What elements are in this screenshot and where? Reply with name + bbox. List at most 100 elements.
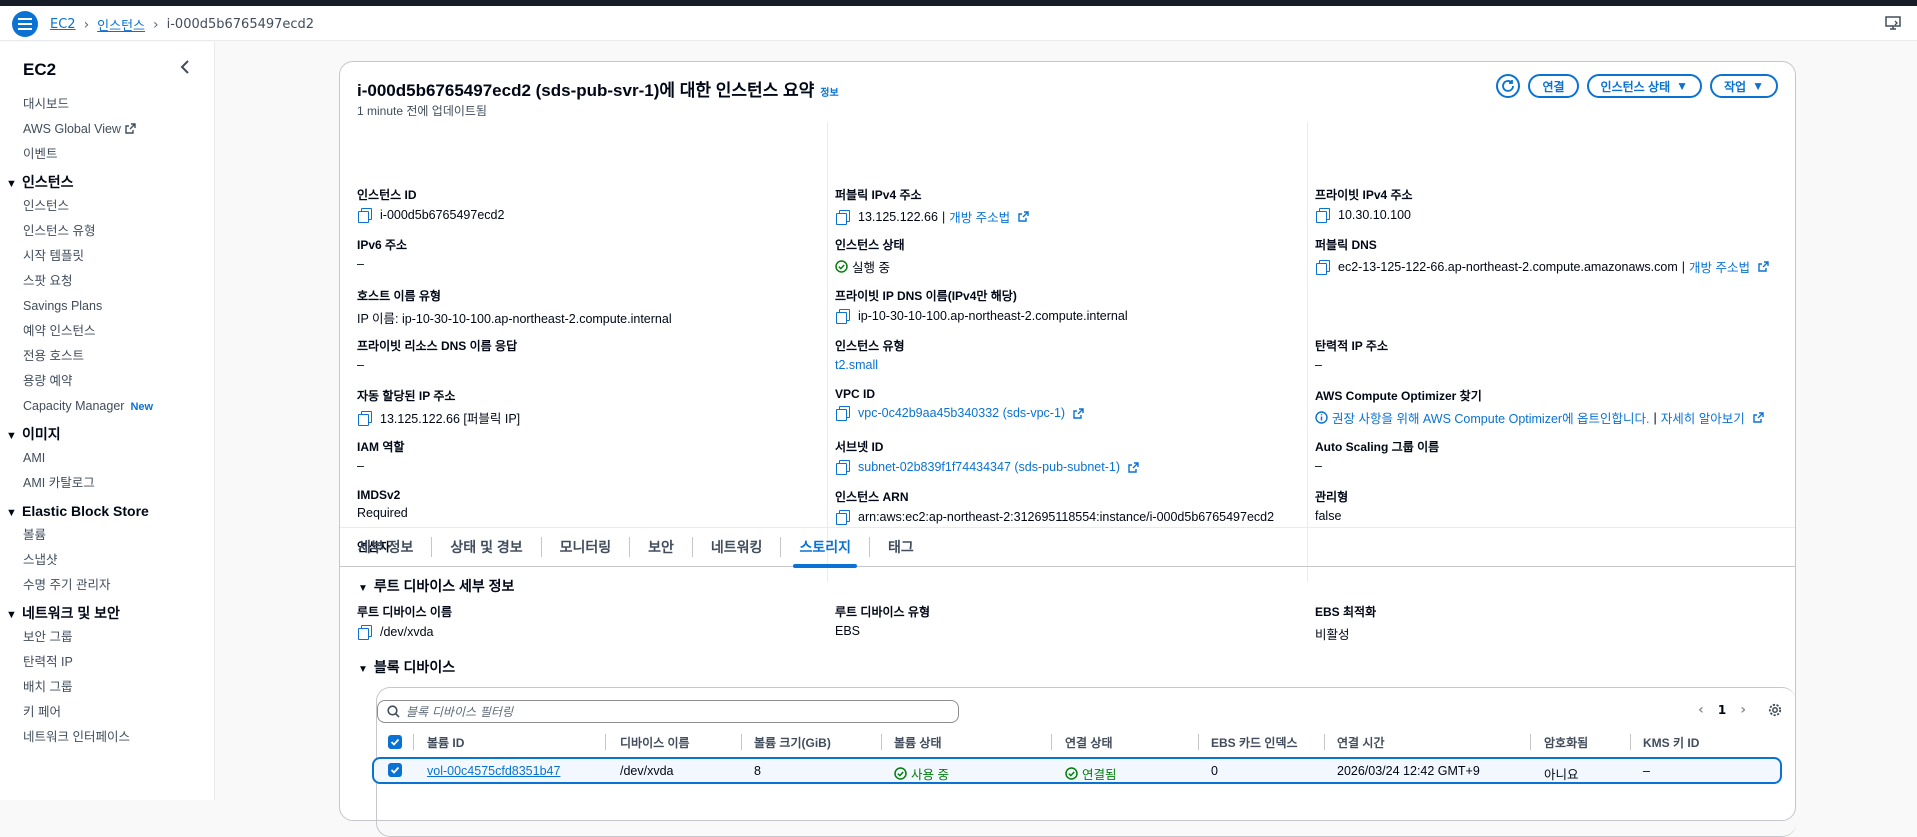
check-circle-icon bbox=[1065, 767, 1078, 780]
col-attach-time[interactable]: 연결 시간 bbox=[1337, 734, 1385, 751]
sidebar-item-instance-types[interactable]: 인스턴스 유형 bbox=[0, 219, 214, 244]
select-all-checkbox[interactable] bbox=[388, 735, 402, 749]
search-icon bbox=[387, 705, 400, 718]
sidebar-item-instances[interactable]: 인스턴스 bbox=[0, 194, 214, 219]
info-link[interactable]: 정보 bbox=[820, 88, 838, 99]
field-private-ipv4: 프라이빗 IPv4 주소 10.30.10.100 bbox=[1315, 188, 1413, 223]
copy-icon[interactable] bbox=[357, 207, 373, 223]
column-divider bbox=[827, 122, 828, 582]
feedback-icon[interactable] bbox=[1885, 15, 1901, 35]
learn-more-link[interactable]: 자세히 알아보기 bbox=[1661, 408, 1745, 427]
copy-icon[interactable] bbox=[357, 624, 373, 640]
chevron-left-icon[interactable]: ‹ bbox=[1698, 702, 1704, 718]
menu-button[interactable] bbox=[12, 11, 38, 37]
sidebar-item-global-view[interactable]: AWS Global View bbox=[0, 117, 214, 142]
sidebar-item-key-pairs[interactable]: 키 페어 bbox=[0, 700, 214, 725]
sidebar-section-images[interactable]: ▼ 이미지 bbox=[0, 419, 214, 446]
col-volume-state[interactable]: 볼륨 상태 bbox=[894, 734, 942, 751]
connect-button[interactable]: 연결 bbox=[1528, 74, 1579, 98]
external-link-icon bbox=[1753, 412, 1764, 423]
actions-button[interactable]: 작업 ▼ bbox=[1710, 74, 1778, 98]
copy-icon[interactable] bbox=[835, 459, 851, 475]
sidebar-item-events[interactable]: 이벤트 bbox=[0, 142, 214, 167]
field-vpc-id: VPC ID vpc-0c42b9aa45b340332 (sds-vpc-1) bbox=[835, 387, 1305, 421]
open-address-link[interactable]: 개방 주소법 bbox=[1689, 257, 1750, 276]
tab-security[interactable]: 보안 bbox=[630, 537, 693, 557]
root-device-section-header[interactable]: ▼ 루트 디바이스 세부 정보 bbox=[358, 576, 514, 596]
sidebar-item-launch-templates[interactable]: 시작 템플릿 bbox=[0, 244, 214, 269]
cell-device-name: /dev/xvda bbox=[620, 764, 674, 778]
sidebar-item-capacity-manager[interactable]: Capacity Manager New bbox=[0, 394, 214, 419]
col-attach-state[interactable]: 연결 상태 bbox=[1065, 734, 1113, 751]
sidebar-item-security-groups[interactable]: 보안 그룹 bbox=[0, 625, 214, 650]
refresh-button[interactable] bbox=[1496, 74, 1521, 98]
tab-status-alarms[interactable]: 상태 및 경보 bbox=[432, 537, 542, 557]
tab-storage[interactable]: 스토리지 bbox=[781, 537, 870, 568]
sidebar-item-network-interfaces[interactable]: 네트워크 인터페이스 bbox=[0, 725, 214, 750]
sidebar-item-ami-catalog[interactable]: AMI 카탈로그 bbox=[0, 471, 214, 496]
tab-tags[interactable]: 태그 bbox=[870, 537, 932, 557]
sidebar-item-savings-plans[interactable]: Savings Plans bbox=[0, 294, 214, 319]
volume-id-link[interactable]: vol-00c4575cfd8351b47 bbox=[427, 764, 560, 778]
field-elastic-ip: 탄력적 IP 주소 – bbox=[1315, 339, 1388, 372]
sidebar-section-network-security[interactable]: ▼ 네트워크 및 보안 bbox=[0, 598, 214, 625]
sidebar-item-spot-requests[interactable]: 스팟 요청 bbox=[0, 269, 214, 294]
copy-icon[interactable] bbox=[1315, 207, 1331, 223]
copy-icon[interactable] bbox=[835, 405, 851, 421]
copy-icon[interactable] bbox=[835, 509, 851, 525]
col-kms-key-id[interactable]: KMS 키 ID bbox=[1643, 734, 1699, 751]
vpc-link[interactable]: vpc-0c42b9aa45b340332 (sds-vpc-1) bbox=[858, 406, 1065, 420]
copy-icon[interactable] bbox=[835, 209, 851, 225]
sidebar-item-capacity-reservations[interactable]: 용량 예약 bbox=[0, 369, 214, 394]
copy-icon[interactable] bbox=[835, 308, 851, 324]
row-checkbox[interactable] bbox=[388, 763, 402, 777]
subnet-link[interactable]: subnet-02b839f1f74434347 (sds-pub-subnet… bbox=[858, 460, 1120, 474]
sidebar-item-dedicated-hosts[interactable]: 전용 호스트 bbox=[0, 344, 214, 369]
copy-icon[interactable] bbox=[357, 410, 373, 426]
sidebar-item-lifecycle-manager[interactable]: 수명 주기 관리자 bbox=[0, 573, 214, 598]
check-icon bbox=[390, 738, 400, 746]
column-divider bbox=[413, 734, 414, 750]
field-ipv6: IPv6 주소 – bbox=[357, 238, 408, 271]
tab-monitoring[interactable]: 모니터링 bbox=[542, 537, 631, 557]
sidebar-item-dashboard[interactable]: 대시보드 bbox=[0, 92, 214, 117]
gear-icon[interactable] bbox=[1768, 703, 1782, 721]
sidebar-item-elastic-ips[interactable]: 탄력적 IP bbox=[0, 650, 214, 675]
instance-state-button[interactable]: 인스턴스 상태 ▼ bbox=[1586, 74, 1703, 98]
tab-details[interactable]: 세부 정보 bbox=[358, 537, 433, 557]
col-volume-id[interactable]: 볼륨 ID bbox=[427, 734, 464, 751]
sidebar-item-reserved-instances[interactable]: 예약 인스턴스 bbox=[0, 319, 214, 344]
hamburger-icon bbox=[18, 18, 32, 30]
external-link-icon bbox=[1018, 211, 1029, 222]
field-subnet-id: 서브넷 ID subnet-02b839f1f74434347 (sds-pub-… bbox=[835, 438, 1305, 475]
sidebar-item-ami[interactable]: AMI bbox=[0, 446, 214, 471]
block-devices-section-header[interactable]: ▼ 블록 디바이스 bbox=[358, 657, 455, 677]
field-private-ip-dns: 프라이빗 IP DNS 이름(IPv4만 해당) ip-10-30-10-100.… bbox=[835, 289, 1128, 324]
block-device-filter-input[interactable]: 블록 디바이스 필터링 bbox=[377, 700, 959, 723]
page-number[interactable]: 1 bbox=[1718, 703, 1726, 717]
chevron-right-icon[interactable]: › bbox=[1740, 702, 1746, 718]
sidebar-section-ebs[interactable]: ▼ Elastic Block Store bbox=[0, 496, 214, 523]
optimizer-opt-in-link[interactable]: 권장 사항을 위해 AWS Compute Optimizer에 옵트인합니다. bbox=[1332, 408, 1650, 427]
cell-attach-time: 2026/03/24 12:42 GMT+9 bbox=[1337, 764, 1480, 778]
sidebar-item-snapshots[interactable]: 스냅샷 bbox=[0, 548, 214, 573]
copy-icon[interactable] bbox=[1315, 259, 1331, 275]
col-encrypted[interactable]: 암호화됨 bbox=[1544, 734, 1588, 751]
col-device-name[interactable]: 디바이스 이름 bbox=[620, 734, 690, 751]
sidebar-item-volumes[interactable]: 볼륨 bbox=[0, 523, 214, 548]
instance-type-link[interactable]: t2.small bbox=[835, 358, 878, 372]
open-address-link[interactable]: 개방 주소법 bbox=[949, 207, 1010, 226]
table-row[interactable]: vol-00c4575cfd8351b47 /dev/xvda 8 사용 중 연… bbox=[372, 757, 1782, 784]
col-ebs-card-index[interactable]: EBS 카드 인덱스 bbox=[1211, 734, 1298, 751]
breadcrumb-ec2[interactable]: EC2 bbox=[50, 17, 76, 32]
breadcrumb-instances[interactable]: 인스턴스 bbox=[97, 15, 145, 34]
instance-summary-card: i-000d5b6765497ecd2 (sds-pub-svr-1)에 대한 … bbox=[339, 61, 1796, 837]
sidebar-section-instances[interactable]: ▼ 인스턴스 bbox=[0, 167, 214, 194]
close-sidebar-icon[interactable] bbox=[180, 60, 190, 78]
breadcrumb-bar: EC2 › 인스턴스 › i-000d5b6765497ecd2 bbox=[0, 6, 1917, 41]
sidebar-item-placement-groups[interactable]: 배치 그룹 bbox=[0, 675, 214, 700]
sidebar-title: EC2 bbox=[23, 60, 57, 79]
col-volume-size[interactable]: 볼륨 크기(GiB) bbox=[754, 734, 831, 751]
page-title: i-000d5b6765497ecd2 (sds-pub-svr-1)에 대한 … bbox=[357, 81, 839, 100]
tab-networking[interactable]: 네트워킹 bbox=[693, 537, 782, 557]
